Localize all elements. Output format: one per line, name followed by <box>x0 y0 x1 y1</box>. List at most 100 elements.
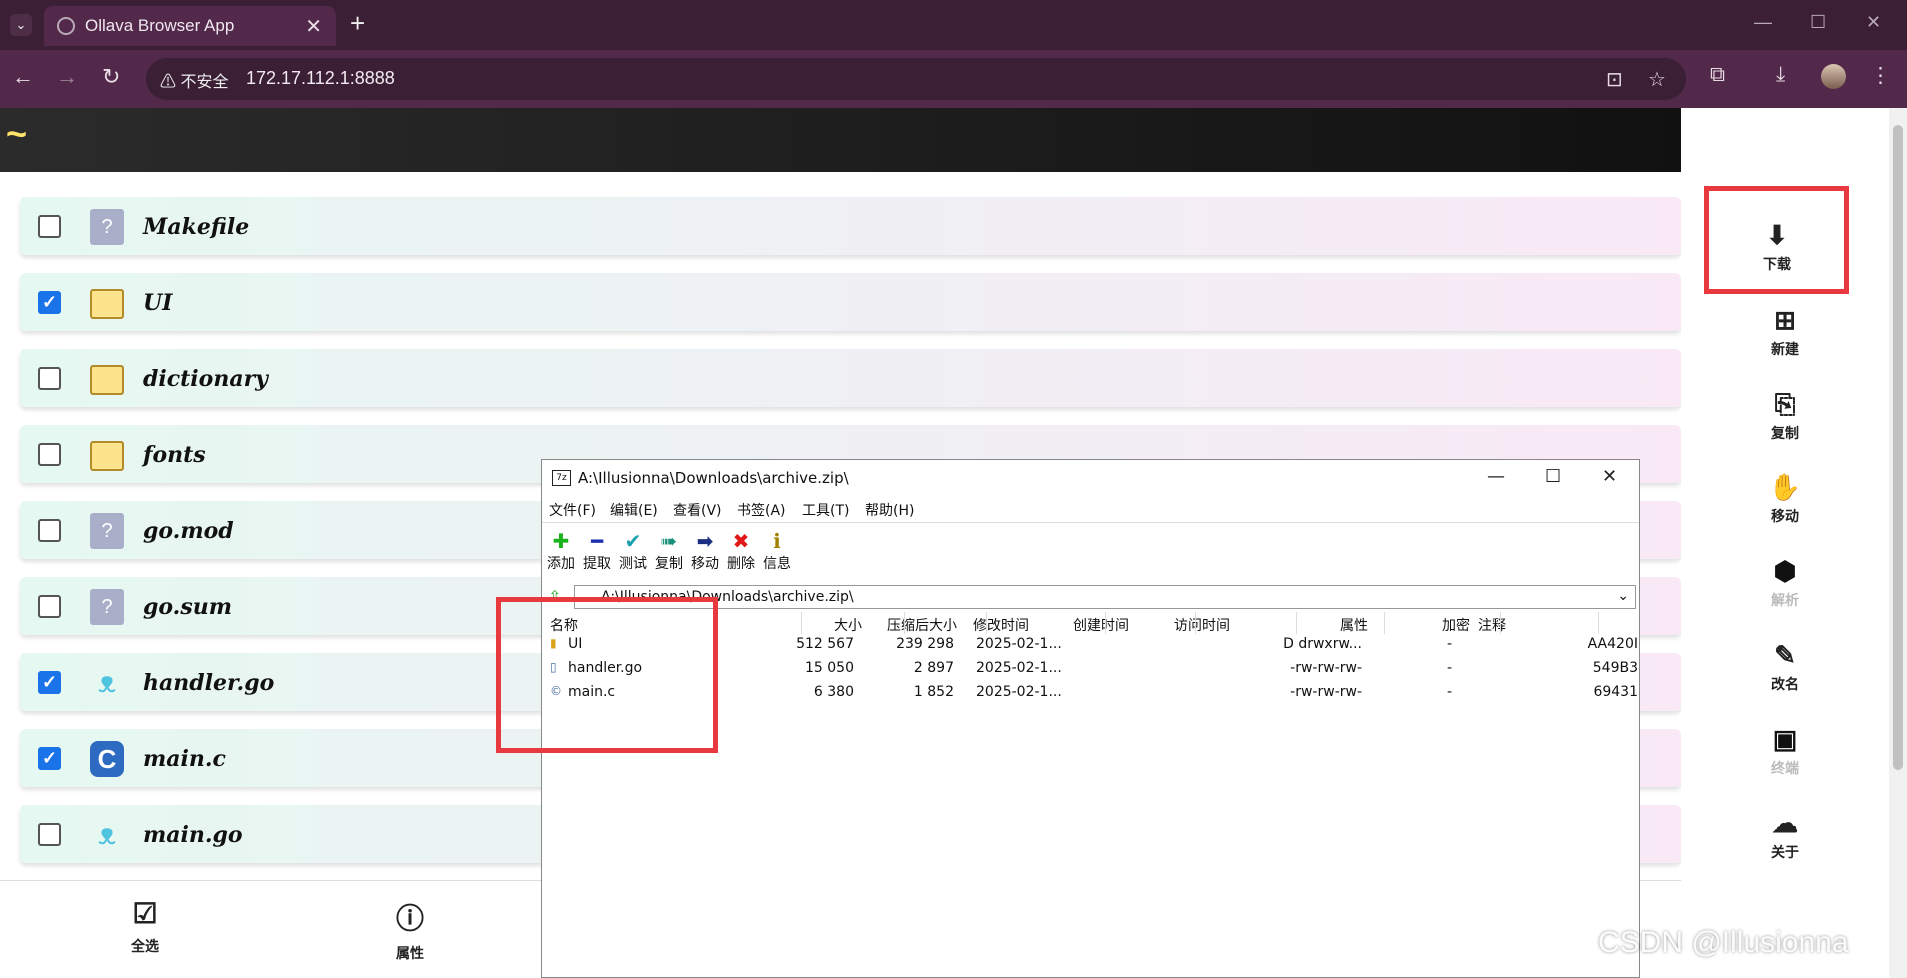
column-separator[interactable] <box>1598 612 1599 634</box>
downloads-icon[interactable]: ⤓ <box>1776 63 1785 87</box>
archive-item-encrypted[interactable]: - <box>1432 684 1452 700</box>
column-header[interactable]: 大小 <box>834 615 862 635</box>
column-separator[interactable] <box>1384 612 1385 634</box>
archive-item-modified[interactable]: 2025-02-1... <box>976 636 1062 652</box>
archive-item-crc[interactable]: 69431 <box>1582 684 1638 700</box>
file-row[interactable]: ? Makefile <box>20 197 1681 255</box>
extensions-icon[interactable]: ⧉ <box>1710 63 1725 87</box>
archive-item-packed-size[interactable]: 239 298 <box>872 636 954 652</box>
archive-item-attributes[interactable]: -rw-rw-rw- <box>1280 684 1362 700</box>
extract-button[interactable]: ⬢ 解析 <box>1755 554 1815 610</box>
column-header[interactable]: 注释 <box>1478 615 1506 635</box>
address-bar[interactable]: ⚠ 不安全 172.17.112.1:8888 ⊡ ☆ <box>146 58 1686 100</box>
profile-avatar[interactable] <box>1821 64 1846 89</box>
file-name[interactable]: go.mod <box>143 518 234 544</box>
archive-item-packed-size[interactable]: 2 897 <box>872 660 954 676</box>
copy-button[interactable]: ⎘ 复制 <box>1755 387 1815 443</box>
file-checkbox[interactable]: ✓ <box>38 671 61 694</box>
home-symbol[interactable]: ~ <box>6 113 27 155</box>
menu-edit[interactable]: 编辑(E) <box>610 500 658 520</box>
archive-item-packed-size[interactable]: 1 852 <box>872 684 954 700</box>
menu-bookmarks[interactable]: 书签(A) <box>737 500 786 520</box>
file-checkbox[interactable] <box>38 823 61 846</box>
column-separator[interactable] <box>1500 612 1501 634</box>
column-header[interactable]: 创建时间 <box>1073 615 1129 635</box>
maximize-button[interactable]: ☐ <box>1810 12 1826 33</box>
archive-minimize-button[interactable]: — <box>1487 466 1505 487</box>
column-separator[interactable] <box>1296 612 1297 634</box>
tool-move[interactable]: ➡ 移动 <box>688 529 722 573</box>
file-checkbox[interactable] <box>38 595 61 618</box>
menu-help[interactable]: 帮助(H) <box>865 500 914 520</box>
file-name[interactable]: dictionary <box>143 366 268 392</box>
tool-delete[interactable]: ✖ 删除 <box>724 529 758 573</box>
column-separator[interactable] <box>986 612 987 634</box>
file-checkbox[interactable]: ✓ <box>38 747 61 770</box>
move-button[interactable]: ✋ 移动 <box>1755 470 1815 526</box>
menu-tools[interactable]: 工具(T) <box>802 500 849 520</box>
select-all-button[interactable]: ☑ 全选 <box>115 897 175 956</box>
security-warning[interactable]: ⚠ 不安全 <box>160 68 228 92</box>
archive-item-size[interactable]: 6 380 <box>792 684 854 700</box>
archive-item-size[interactable]: 15 050 <box>792 660 854 676</box>
about-button[interactable]: ☁ 关于 <box>1755 806 1815 862</box>
tool-test[interactable]: ✔ 测试 <box>616 529 650 573</box>
column-header[interactable]: 加密 <box>1442 615 1470 635</box>
active-tab[interactable]: Ollava Browser App ✕ <box>44 6 336 46</box>
close-tab-icon[interactable]: ✕ <box>305 14 322 39</box>
translate-icon[interactable]: ⊡ <box>1606 67 1623 92</box>
file-name[interactable]: main.c <box>143 746 226 772</box>
minimize-button[interactable]: — <box>1754 12 1772 33</box>
file-name[interactable]: go.sum <box>143 594 232 620</box>
rename-button[interactable]: ✎ 改名 <box>1755 638 1815 694</box>
file-checkbox[interactable] <box>38 215 61 238</box>
column-header[interactable]: 访问时间 <box>1174 615 1230 635</box>
scrollbar-thumb[interactable] <box>1893 125 1903 770</box>
file-checkbox[interactable]: ✓ <box>38 291 61 314</box>
file-row[interactable]: dictionary <box>20 349 1681 407</box>
column-header[interactable]: 属性 <box>1340 615 1368 635</box>
archive-maximize-button[interactable]: ☐ <box>1545 466 1561 487</box>
file-name[interactable]: handler.go <box>143 670 274 696</box>
file-row[interactable]: ✓ UI <box>20 273 1681 331</box>
column-separator[interactable] <box>1195 612 1196 634</box>
menu-file[interactable]: 文件(F) <box>549 500 596 520</box>
chevron-down-icon[interactable]: ⌄ <box>1617 588 1629 604</box>
archive-item-crc[interactable]: AA420I <box>1582 636 1638 652</box>
menu-icon[interactable]: ⋮ <box>1870 63 1891 88</box>
file-name[interactable]: Makefile <box>143 214 249 240</box>
file-checkbox[interactable] <box>38 367 61 390</box>
tool-info[interactable]: ℹ 信息 <box>760 529 794 573</box>
file-checkbox[interactable] <box>38 443 61 466</box>
archive-item-attributes[interactable]: D drwxrw... <box>1280 636 1362 652</box>
tab-search-button[interactable]: ⌄ <box>10 14 32 36</box>
reload-button[interactable]: ↻ <box>102 64 120 90</box>
file-name[interactable]: fonts <box>143 442 206 468</box>
archive-item-crc[interactable]: 549B3 <box>1582 660 1638 676</box>
new-tab-button[interactable]: + <box>350 8 365 39</box>
column-separator[interactable] <box>1105 612 1106 634</box>
forward-button[interactable]: → <box>56 64 78 90</box>
menu-view[interactable]: 查看(V) <box>673 500 722 520</box>
tool-add[interactable]: ✚ 添加 <box>544 529 578 573</box>
column-header[interactable]: 压缩后大小 <box>887 615 957 635</box>
column-separator[interactable] <box>904 612 905 634</box>
back-button[interactable]: ← <box>12 64 34 90</box>
terminal-button[interactable]: ▣ 终端 <box>1755 722 1815 778</box>
archive-close-button[interactable]: ✕ <box>1602 466 1617 487</box>
tool-copy[interactable]: ➠ 复制 <box>652 529 686 573</box>
archive-item-modified[interactable]: 2025-02-1... <box>976 660 1062 676</box>
archive-item-modified[interactable]: 2025-02-1... <box>976 684 1062 700</box>
archive-item-encrypted[interactable]: - <box>1432 660 1452 676</box>
bookmark-star-icon[interactable]: ☆ <box>1648 67 1666 92</box>
column-header[interactable]: 修改时间 <box>973 615 1029 635</box>
column-separator[interactable] <box>801 612 802 634</box>
file-checkbox[interactable] <box>38 519 61 542</box>
archive-item-attributes[interactable]: -rw-rw-rw- <box>1280 660 1362 676</box>
tool-extract[interactable]: ━ 提取 <box>580 529 614 573</box>
archive-item-size[interactable]: 512 567 <box>792 636 854 652</box>
properties-button[interactable]: ⓘ 属性 <box>380 897 440 963</box>
archive-path-input[interactable]: A:\Illusionna\Downloads\archive.zip\ ⌄ <box>574 585 1636 609</box>
file-name[interactable]: main.go <box>143 822 243 848</box>
close-window-button[interactable]: ✕ <box>1866 12 1881 33</box>
